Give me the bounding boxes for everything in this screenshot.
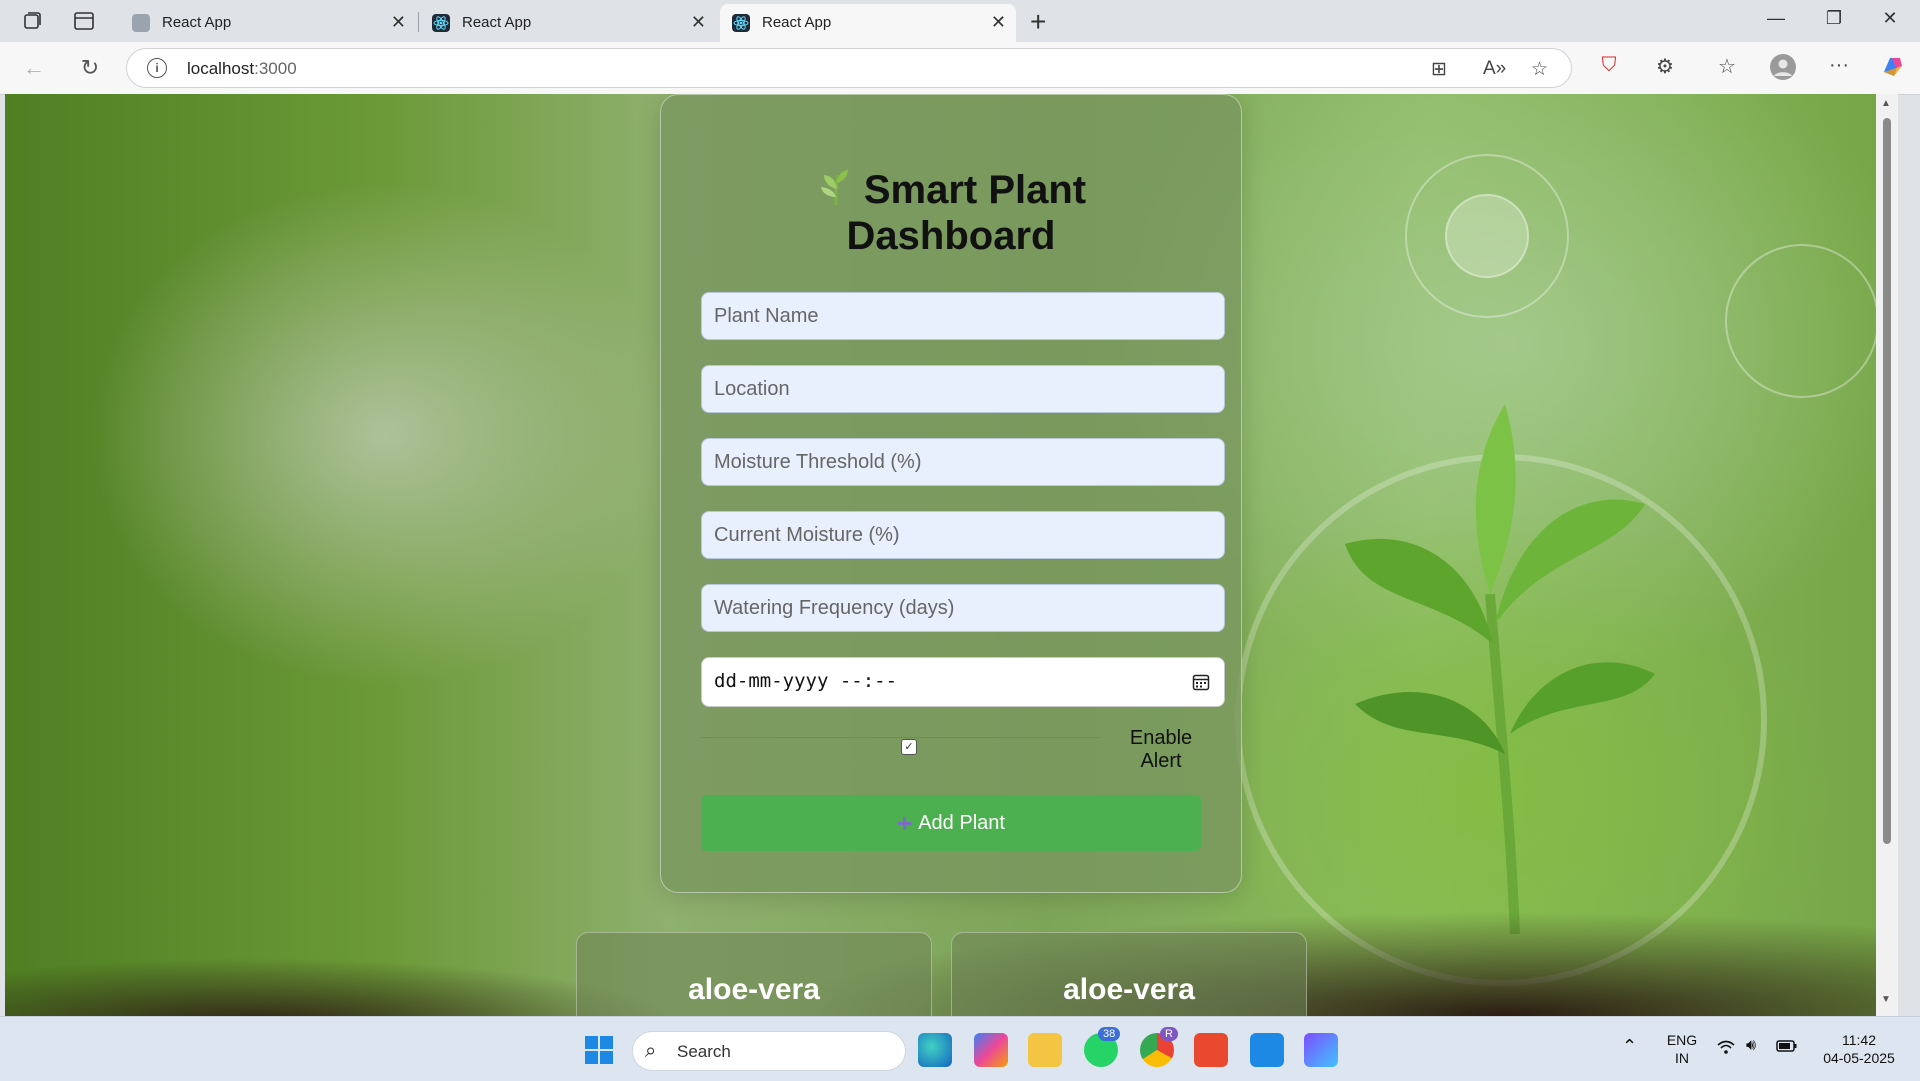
copilot-app-icon[interactable] <box>974 1033 1008 1067</box>
favorites-icon[interactable]: ☆ <box>1712 54 1742 79</box>
copilot-icon[interactable] <box>1878 54 1908 86</box>
page-viewport: Smart Plant Dashboard dd-mm-yyyy --:-- ✓… <box>5 94 1898 1016</box>
react-favicon-icon <box>732 14 750 32</box>
search-icon: ⌕ <box>645 1040 657 1062</box>
whatsapp-badge: 38 <box>1098 1027 1121 1041</box>
url-text[interactable]: localhost:3000 <box>187 59 297 79</box>
browser-tab-3-active[interactable]: React App ✕ <box>720 4 1016 42</box>
extensions-icon[interactable]: ⚙ <box>1650 54 1680 79</box>
windows-start-icon[interactable] <box>582 1033 616 1067</box>
close-tab-icon[interactable]: ✕ <box>391 12 406 33</box>
close-tab-icon[interactable]: ✕ <box>691 12 706 33</box>
tab-title: React App <box>762 14 832 31</box>
back-icon[interactable]: ← <box>20 54 48 82</box>
edge-browser-icon[interactable] <box>918 1033 952 1067</box>
language-indicator[interactable]: ENG IN <box>1664 1031 1700 1067</box>
title-line-2: Dashboard <box>846 214 1056 258</box>
nutrient-decoration-icon <box>1725 244 1879 398</box>
workspaces-icon[interactable] <box>20 9 44 33</box>
close-tab-icon[interactable]: ✕ <box>991 12 1006 33</box>
page-title: Smart Plant Dashboard <box>661 167 1241 259</box>
enable-alert-row: ✓ Enable Alert <box>701 727 1225 787</box>
calendar-icon[interactable] <box>1192 673 1210 691</box>
title-line-1: Smart Plant <box>863 168 1087 212</box>
new-tab-icon[interactable]: + <box>1030 6 1046 38</box>
browser-tab-1[interactable]: React App ✕ <box>120 4 416 42</box>
tab-strip: React App ✕ React App ✕ React App ✕ + — … <box>0 0 1920 42</box>
volume-icon[interactable]: 🔊︎ <box>1746 1037 1756 1055</box>
datetime-placeholder: dd-mm-yyyy --:-- <box>714 670 898 692</box>
vertical-scrollbar[interactable]: ▲ ▼ <box>1876 94 1898 1016</box>
wps-office-icon[interactable] <box>1194 1033 1228 1067</box>
vscode-icon[interactable] <box>1250 1033 1284 1067</box>
last-watered-datetime-input[interactable]: dd-mm-yyyy --:-- <box>701 657 1225 707</box>
close-window-icon[interactable]: ✕ <box>1870 8 1910 29</box>
plant-name-input[interactable] <box>701 292 1225 340</box>
add-plant-button[interactable]: + Add Plant <box>701 795 1201 851</box>
minimize-icon[interactable]: — <box>1756 8 1796 29</box>
scrollbar-thumb[interactable] <box>1883 118 1891 844</box>
plant-card-name: aloe-vera <box>1063 973 1195 1006</box>
taskbar-search-box[interactable]: ⌕ Search <box>632 1031 906 1071</box>
scroll-up-icon[interactable]: ▲ <box>1881 98 1891 109</box>
plant-card: aloe-vera <box>951 932 1307 1016</box>
clock-date: 04-05-2025 <box>1823 1050 1895 1066</box>
photos-app-icon[interactable] <box>1304 1033 1338 1067</box>
current-moisture-input[interactable] <box>701 511 1225 559</box>
location-input[interactable] <box>701 365 1225 413</box>
address-bar: ← ↻ i localhost:3000 ⊞ A» ☆ <box>0 42 1920 95</box>
plant-card-name: aloe-vera <box>688 973 820 1006</box>
add-plant-label: Add Plant <box>918 811 1005 834</box>
chrome-profile-badge: R <box>1160 1027 1178 1041</box>
tab-title: React App <box>162 14 232 31</box>
moisture-threshold-input[interactable] <box>701 438 1225 486</box>
seedling-icon <box>820 170 848 206</box>
search-label: Search <box>677 1042 731 1061</box>
sun-core-decoration <box>1445 194 1529 278</box>
profile-avatar-icon[interactable] <box>1768 54 1798 86</box>
refresh-icon[interactable]: ↻ <box>76 54 104 82</box>
extension-shield-icon[interactable]: ⛉ <box>1594 54 1624 77</box>
react-favicon-icon <box>132 14 150 32</box>
wifi-icon[interactable] <box>1716 1039 1736 1059</box>
enable-alert-checkbox[interactable]: ✓ <box>901 739 917 755</box>
react-favicon-icon <box>432 14 450 32</box>
more-options-icon[interactable]: ··· <box>1824 54 1854 77</box>
tab-actions-icon[interactable] <box>72 9 96 33</box>
sprout-plant-illustration <box>1345 404 1655 934</box>
restore-icon[interactable]: ❐ <box>1814 8 1854 29</box>
windows-taskbar: ⌕ Search 38 R ⌃ ENG IN 🔊︎ 11:42 04-05-202… <box>0 1016 1920 1081</box>
watering-frequency-input[interactable] <box>701 584 1225 632</box>
battery-icon[interactable] <box>1776 1039 1798 1057</box>
scroll-down-icon[interactable]: ▼ <box>1881 994 1891 1005</box>
read-aloud-icon[interactable]: A» <box>1483 58 1506 80</box>
tab-divider <box>418 12 419 32</box>
clock[interactable]: 11:42 04-05-2025 <box>1816 1031 1902 1067</box>
file-explorer-icon[interactable] <box>1028 1033 1062 1067</box>
plus-icon: + <box>897 807 913 838</box>
site-info-icon[interactable]: i <box>147 58 167 78</box>
browser-tab-2[interactable]: React App ✕ <box>420 4 716 42</box>
plant-card: aloe-vera <box>576 932 932 1016</box>
enable-alert-label: Enable Alert <box>1129 727 1193 772</box>
app-available-icon[interactable]: ⊞ <box>1431 58 1447 81</box>
tab-title: React App <box>462 14 532 31</box>
show-hidden-icons-chevron[interactable]: ⌃ <box>1622 1037 1637 1055</box>
favorite-star-icon[interactable]: ☆ <box>1531 58 1548 81</box>
add-plant-form-card: Smart Plant Dashboard dd-mm-yyyy --:-- ✓… <box>660 94 1242 893</box>
url-box[interactable]: i localhost:3000 ⊞ A» ☆ <box>126 48 1572 88</box>
clock-time: 11:42 <box>1842 1032 1876 1048</box>
